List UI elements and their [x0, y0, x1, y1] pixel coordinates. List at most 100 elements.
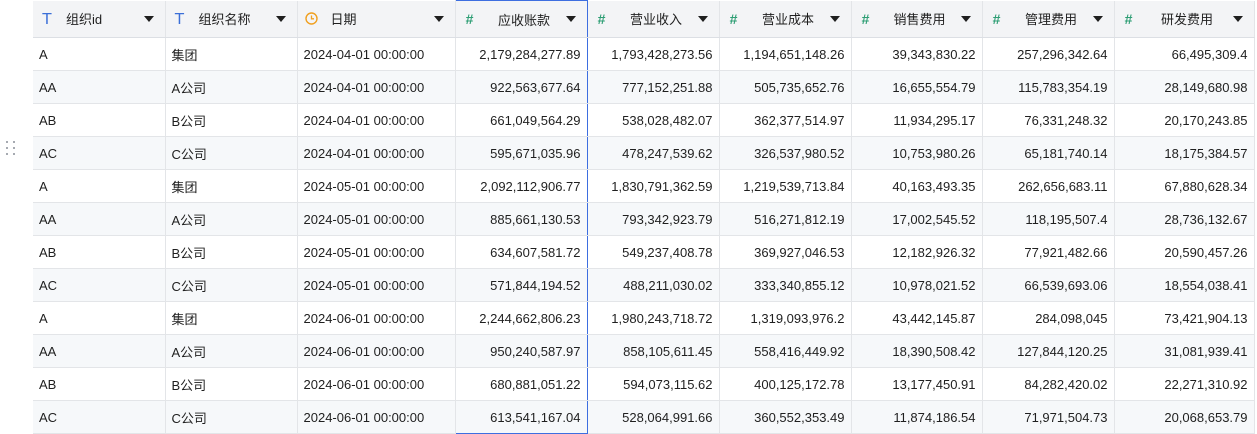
cell-rd-expense[interactable]: 66,495,309.4: [1114, 37, 1255, 71]
column-header-org-id[interactable]: T 组织id: [33, 0, 166, 38]
cell-selling-expense[interactable]: 10,753,980.26: [851, 136, 983, 170]
column-header-operating-cost[interactable]: # 营业成本: [719, 0, 852, 38]
cell-operating-cost[interactable]: 1,319,093,976.2: [719, 301, 852, 335]
cell-org-id[interactable]: A: [33, 37, 166, 71]
cell-date[interactable]: 2024-06-01 00:00:00: [297, 367, 456, 401]
cell-accounts-receivable[interactable]: 2,092,112,906.77: [454, 169, 588, 203]
table-row[interactable]: AB B公司 2024-05-01 00:00:00 634,607,581.72 54…: [33, 235, 1255, 269]
cell-admin-expense[interactable]: 71,971,504.73: [982, 400, 1115, 434]
cell-rd-expense[interactable]: 20,068,653.79: [1114, 400, 1255, 434]
cell-date[interactable]: 2024-04-01 00:00:00: [297, 136, 456, 170]
column-header-operating-revenue[interactable]: # 营业收入: [587, 0, 720, 38]
table-row[interactable]: AA A公司 2024-04-01 00:00:00 922,563,677.64 77…: [33, 70, 1255, 104]
cell-rd-expense[interactable]: 20,170,243.85: [1114, 103, 1255, 137]
cell-accounts-receivable[interactable]: 613,541,167.04: [454, 400, 588, 434]
cell-operating-cost[interactable]: 333,340,855.12: [719, 268, 852, 302]
cell-org-name[interactable]: A公司: [165, 202, 298, 236]
cell-selling-expense[interactable]: 16,655,554.79: [851, 70, 983, 104]
cell-date[interactable]: 2024-06-01 00:00:00: [297, 400, 456, 434]
cell-operating-cost[interactable]: 400,125,172.78: [719, 367, 852, 401]
cell-accounts-receivable[interactable]: 571,844,194.52: [454, 268, 588, 302]
cell-operating-revenue[interactable]: 1,830,791,362.59: [587, 169, 720, 203]
cell-rd-expense[interactable]: 18,554,038.41: [1114, 268, 1255, 302]
cell-selling-expense[interactable]: 40,163,493.35: [851, 169, 983, 203]
table-row[interactable]: AA A公司 2024-06-01 00:00:00 950,240,587.97 85…: [33, 334, 1255, 368]
table-row[interactable]: AC C公司 2024-06-01 00:00:00 613,541,167.04 52…: [33, 400, 1255, 434]
cell-rd-expense[interactable]: 18,175,384.57: [1114, 136, 1255, 170]
cell-selling-expense[interactable]: 43,442,145.87: [851, 301, 983, 335]
cell-selling-expense[interactable]: 18,390,508.42: [851, 334, 983, 368]
cell-operating-revenue[interactable]: 1,980,243,718.72: [587, 301, 720, 335]
cell-accounts-receivable[interactable]: 2,244,662,806.23: [454, 301, 588, 335]
cell-admin-expense[interactable]: 65,181,740.14: [982, 136, 1115, 170]
cell-org-name[interactable]: C公司: [165, 268, 298, 302]
cell-date[interactable]: 2024-04-01 00:00:00: [297, 103, 456, 137]
cell-operating-cost[interactable]: 1,194,651,148.26: [719, 37, 852, 71]
cell-org-name[interactable]: B公司: [165, 367, 298, 401]
cell-date[interactable]: 2024-04-01 00:00:00: [297, 37, 456, 71]
cell-admin-expense[interactable]: 284,098,045: [982, 301, 1115, 335]
cell-admin-expense[interactable]: 262,656,683.11: [982, 169, 1115, 203]
cell-admin-expense[interactable]: 66,539,693.06: [982, 268, 1115, 302]
cell-rd-expense[interactable]: 22,271,310.92: [1114, 367, 1255, 401]
cell-admin-expense[interactable]: 84,282,420.02: [982, 367, 1115, 401]
cell-operating-revenue[interactable]: 488,211,030.02: [587, 268, 720, 302]
table-row[interactable]: AB B公司 2024-04-01 00:00:00 661,049,564.29 53…: [33, 103, 1255, 137]
cell-operating-cost[interactable]: 362,377,514.97: [719, 103, 852, 137]
cell-accounts-receivable[interactable]: 922,563,677.64: [454, 70, 588, 104]
table-row[interactable]: A 集团 2024-06-01 00:00:00 2,244,662,806.23 1,…: [33, 301, 1255, 335]
cell-operating-revenue[interactable]: 528,064,991.66: [587, 400, 720, 434]
column-header-date[interactable]: 日期: [297, 0, 456, 38]
cell-operating-revenue[interactable]: 549,237,408.78: [587, 235, 720, 269]
caret-down-icon[interactable]: [1232, 15, 1243, 22]
caret-down-icon[interactable]: [143, 15, 154, 22]
caret-down-icon[interactable]: [275, 15, 286, 22]
cell-org-id[interactable]: A: [33, 169, 166, 203]
cell-accounts-receivable[interactable]: 680,881,051.22: [454, 367, 588, 401]
cell-operating-revenue[interactable]: 1,793,428,273.56: [587, 37, 720, 71]
caret-down-icon[interactable]: [697, 15, 708, 22]
caret-down-icon[interactable]: [829, 15, 840, 22]
cell-operating-revenue[interactable]: 858,105,611.45: [587, 334, 720, 368]
caret-down-icon[interactable]: [960, 15, 971, 22]
caret-down-icon[interactable]: [1092, 15, 1103, 22]
cell-accounts-receivable[interactable]: 595,671,035.96: [454, 136, 588, 170]
cell-selling-expense[interactable]: 39,343,830.22: [851, 37, 983, 71]
column-header-rd-expense[interactable]: # 研发费用: [1114, 0, 1255, 38]
cell-org-name[interactable]: 集团: [165, 169, 298, 203]
cell-org-id[interactable]: AB: [33, 367, 166, 401]
cell-org-name[interactable]: C公司: [165, 136, 298, 170]
cell-org-name[interactable]: C公司: [165, 400, 298, 434]
cell-admin-expense[interactable]: 257,296,342.64: [982, 37, 1115, 71]
cell-org-id[interactable]: A: [33, 301, 166, 335]
cell-org-id[interactable]: AC: [33, 268, 166, 302]
cell-accounts-receivable[interactable]: 2,179,284,277.89: [454, 37, 588, 71]
cell-operating-revenue[interactable]: 793,342,923.79: [587, 202, 720, 236]
column-header-accounts-receivable[interactable]: # 应收账款: [454, 0, 588, 38]
cell-date[interactable]: 2024-05-01 00:00:00: [297, 169, 456, 203]
cell-operating-cost[interactable]: 505,735,652.76: [719, 70, 852, 104]
cell-admin-expense[interactable]: 77,921,482.66: [982, 235, 1115, 269]
table-row[interactable]: A 集团 2024-05-01 00:00:00 2,092,112,906.77 1,…: [33, 169, 1255, 203]
cell-admin-expense[interactable]: 115,783,354.19: [982, 70, 1115, 104]
caret-down-icon[interactable]: [565, 16, 576, 22]
cell-org-id[interactable]: AC: [33, 136, 166, 170]
table-row[interactable]: AB B公司 2024-06-01 00:00:00 680,881,051.22 59…: [33, 367, 1255, 401]
column-header-admin-expense[interactable]: # 管理费用: [982, 0, 1115, 38]
cell-org-name[interactable]: 集团: [165, 37, 298, 71]
cell-date[interactable]: 2024-05-01 00:00:00: [297, 235, 456, 269]
cell-rd-expense[interactable]: 28,149,680.98: [1114, 70, 1255, 104]
cell-date[interactable]: 2024-04-01 00:00:00: [297, 70, 456, 104]
table-row[interactable]: AC C公司 2024-05-01 00:00:00 571,844,194.52 48…: [33, 268, 1255, 302]
cell-operating-cost[interactable]: 326,537,980.52: [719, 136, 852, 170]
cell-rd-expense[interactable]: 28,736,132.67: [1114, 202, 1255, 236]
cell-date[interactable]: 2024-05-01 00:00:00: [297, 268, 456, 302]
cell-org-id[interactable]: AC: [33, 400, 166, 434]
cell-rd-expense[interactable]: 73,421,904.13: [1114, 301, 1255, 335]
cell-rd-expense[interactable]: 20,590,457.26: [1114, 235, 1255, 269]
cell-operating-cost[interactable]: 369,927,046.53: [719, 235, 852, 269]
cell-operating-cost[interactable]: 1,219,539,713.84: [719, 169, 852, 203]
cell-selling-expense[interactable]: 11,874,186.54: [851, 400, 983, 434]
cell-operating-cost[interactable]: 360,552,353.49: [719, 400, 852, 434]
table-row[interactable]: AA A公司 2024-05-01 00:00:00 885,661,130.53 79…: [33, 202, 1255, 236]
